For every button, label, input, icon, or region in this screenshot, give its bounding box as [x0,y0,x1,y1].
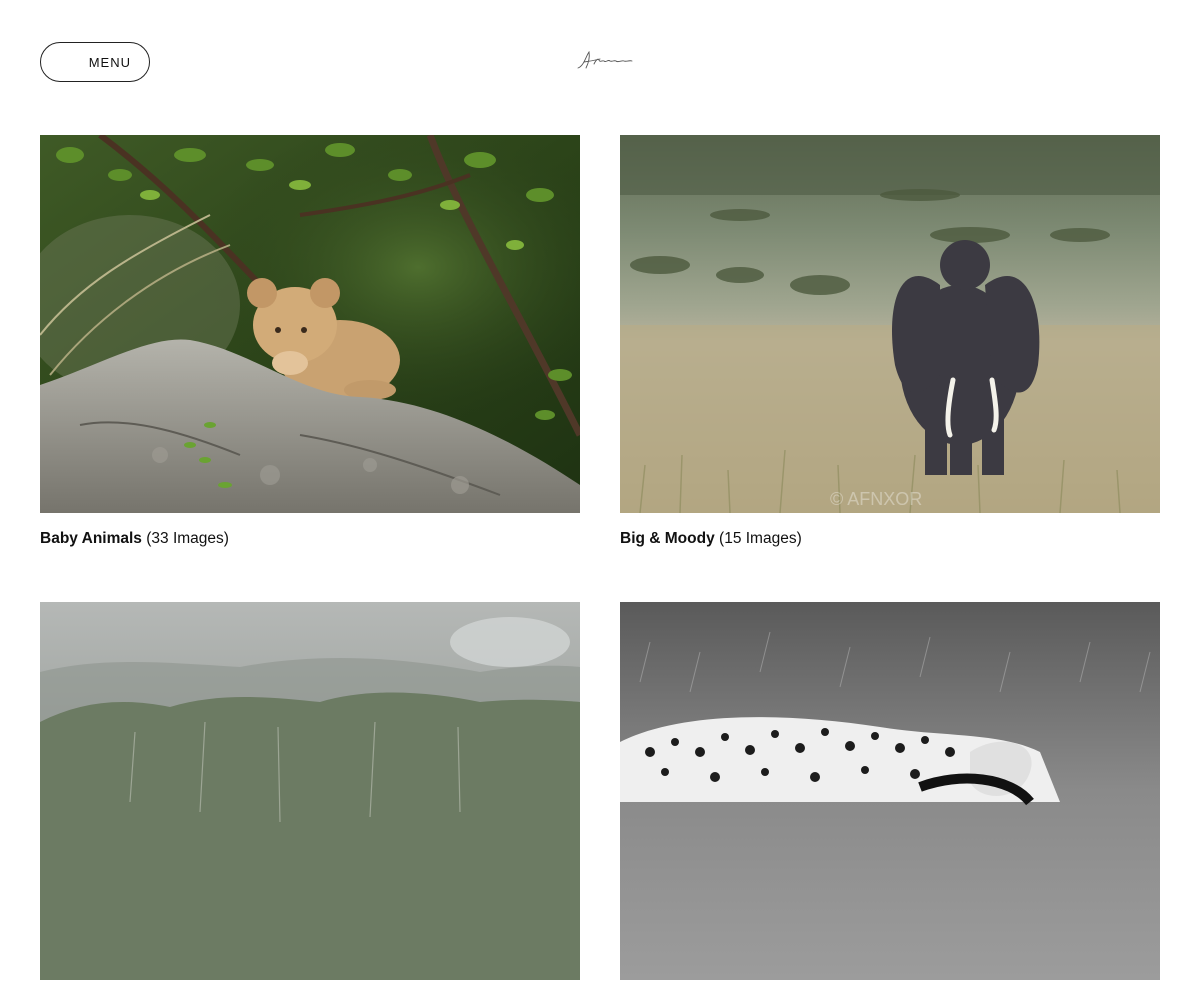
menu-button[interactable]: MENU [40,42,150,82]
watermark-text: © AFNXOR [830,489,922,509]
menu-button-label: MENU [88,54,131,70]
cheetah-bw-photo[interactable] [620,602,1160,980]
gallery-card-baby-animals[interactable]: Baby Animals (33 Images) [40,135,580,549]
gallery-title[interactable]: Baby Animals [40,530,142,547]
lion-cub-photo[interactable] [40,135,580,513]
gallery-caption: Baby Animals (33 Images) [40,529,580,549]
site-header: MENU [0,0,1200,125]
elephant-photo[interactable]: © AFNXOR [620,135,1160,513]
misty-forest-photo[interactable] [40,602,580,980]
gallery-title[interactable]: Big & Moody [620,530,715,547]
gallery-image-count: (33 Images) [146,530,229,547]
gallery-card-big-and-moody[interactable]: © AFNXOR Big & Moody (15 Images) [620,135,1160,549]
gallery-caption: Big & Moody (15 Images) [620,529,1160,549]
signature-logo-icon[interactable] [574,48,634,74]
gallery-card-misty-forest[interactable] [40,602,580,996]
gallery-image-count: (15 Images) [719,530,802,547]
gallery-card-cheetah[interactable] [620,602,1160,996]
